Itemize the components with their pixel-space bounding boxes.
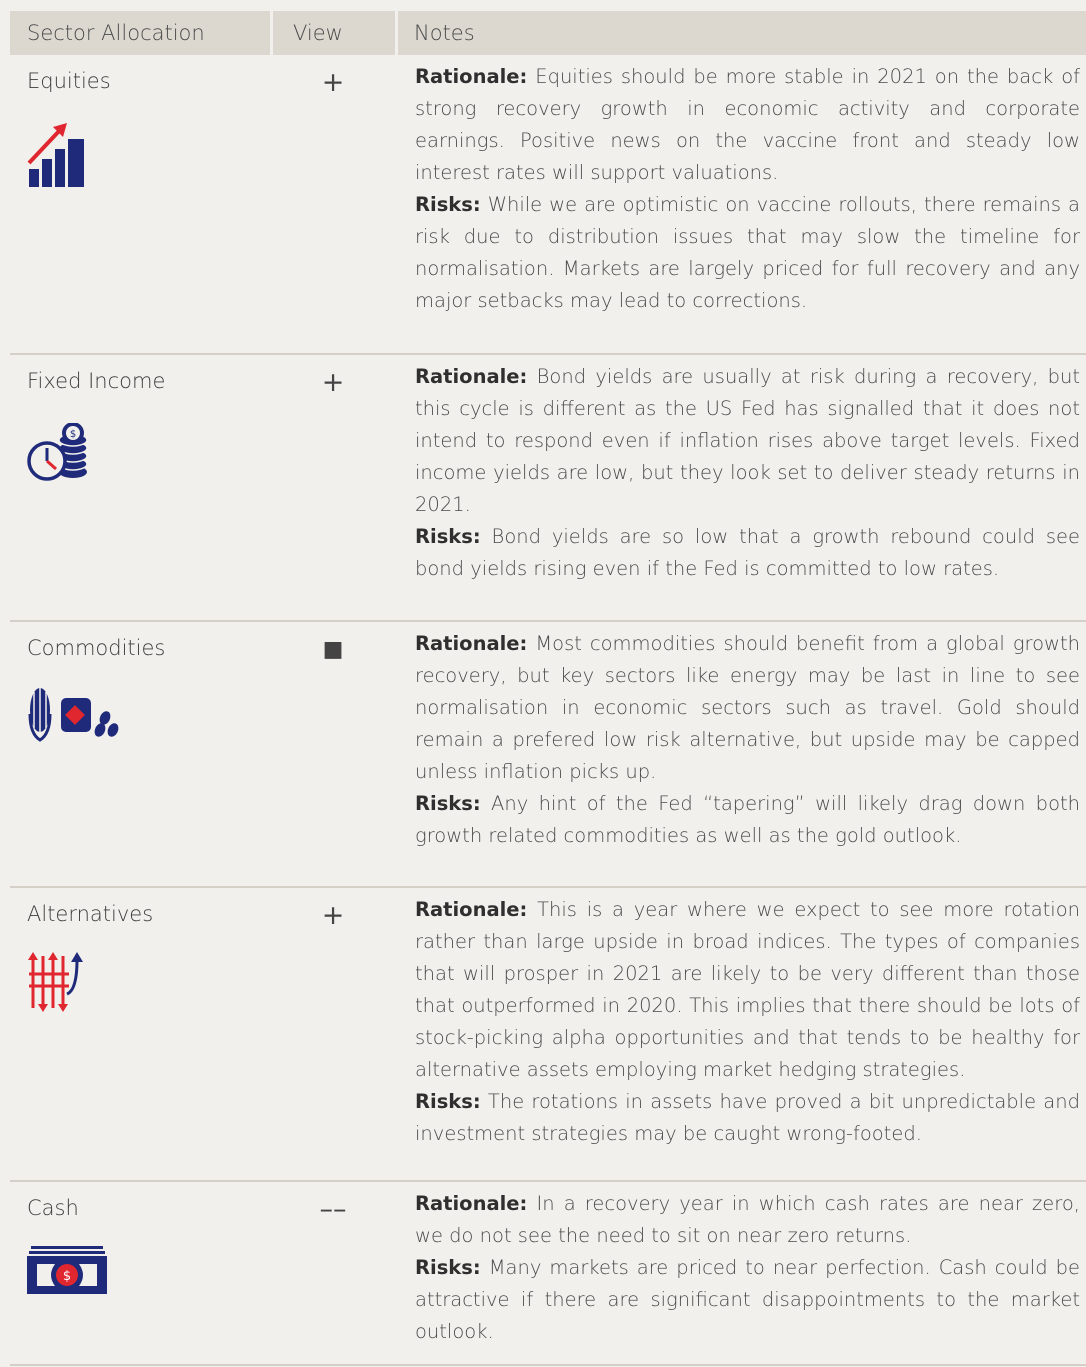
- rationale-label: Rationale:: [415, 632, 528, 655]
- notes: Rationale: In a recovery year in which c…: [415, 1188, 1080, 1348]
- view-indicator: +: [321, 366, 345, 398]
- view-indicator: ■: [322, 636, 344, 662]
- view-indicator: +: [321, 66, 345, 98]
- risks-text: While we are optimistic on vaccine rollo…: [415, 193, 1080, 312]
- table-row-fixed-income: Fixed Income $ + Rationale: Bond yields …: [10, 355, 1086, 622]
- view-indicator: ––: [319, 1193, 347, 1225]
- sector-name: Equities: [27, 69, 111, 93]
- risks-label: Risks:: [415, 525, 481, 548]
- risks-label: Risks:: [415, 193, 481, 216]
- svg-text:$: $: [63, 1269, 71, 1284]
- risks-label: Risks:: [415, 1090, 481, 1113]
- rationale-text: This is a year where we expect to see mo…: [415, 898, 1081, 1081]
- notes: Rationale: Bond yields are usually at ri…: [415, 361, 1080, 585]
- sector-name: Fixed Income: [27, 369, 166, 393]
- bar-chart-up-arrow-icon: [27, 121, 87, 193]
- sector-name: Commodities: [27, 636, 166, 660]
- clock-coins-icon: $: [27, 422, 89, 485]
- svg-text:$: $: [70, 429, 76, 440]
- table-header: Sector Allocation View Notes: [10, 11, 1086, 55]
- notes: Rationale: Most commodities should benef…: [415, 628, 1080, 852]
- sector-allocation-table: Sector Allocation View Notes Equities + …: [10, 11, 1086, 1366]
- risks-label: Risks:: [415, 1256, 481, 1279]
- up-down-arrows-icon: [27, 950, 87, 1016]
- corn-sack-beans-icon: [27, 684, 137, 748]
- notes: Rationale: This is a year where we expec…: [415, 894, 1080, 1150]
- rationale-label: Rationale:: [415, 65, 528, 88]
- table-row-alternatives: Alternatives + Rationale: This is a year…: [10, 888, 1086, 1182]
- rationale-label: Rationale:: [415, 898, 528, 921]
- notes: Rationale: Equities should be more stabl…: [415, 61, 1080, 317]
- view-indicator: +: [321, 899, 345, 931]
- header-view: View: [273, 11, 398, 55]
- risks-text: The rotations in assets have proved a bi…: [415, 1090, 1080, 1145]
- risks-text: Bond yields are so low that a growth reb…: [415, 525, 1080, 580]
- header-sector: Sector Allocation: [10, 11, 273, 55]
- risks-text: Any hint of the Fed “tapering” will like…: [415, 792, 1080, 847]
- banknote-stack-icon: $: [27, 1246, 107, 1300]
- rationale-label: Rationale:: [415, 365, 528, 388]
- rationale-label: Rationale:: [415, 1192, 528, 1215]
- sector-name: Cash: [27, 1196, 79, 1220]
- risks-label: Risks:: [415, 792, 481, 815]
- risks-text: Many markets are priced to near perfecti…: [415, 1256, 1080, 1343]
- table-row-cash: Cash $ –– Rationale: In a recovery year …: [10, 1182, 1086, 1366]
- header-notes: Notes: [414, 21, 475, 45]
- table-row-commodities: Commodities ■ Rationale: Most commoditie…: [10, 622, 1086, 888]
- sector-name: Alternatives: [27, 902, 154, 926]
- table-row-equities: Equities + Rationale: Equities should be…: [10, 55, 1086, 355]
